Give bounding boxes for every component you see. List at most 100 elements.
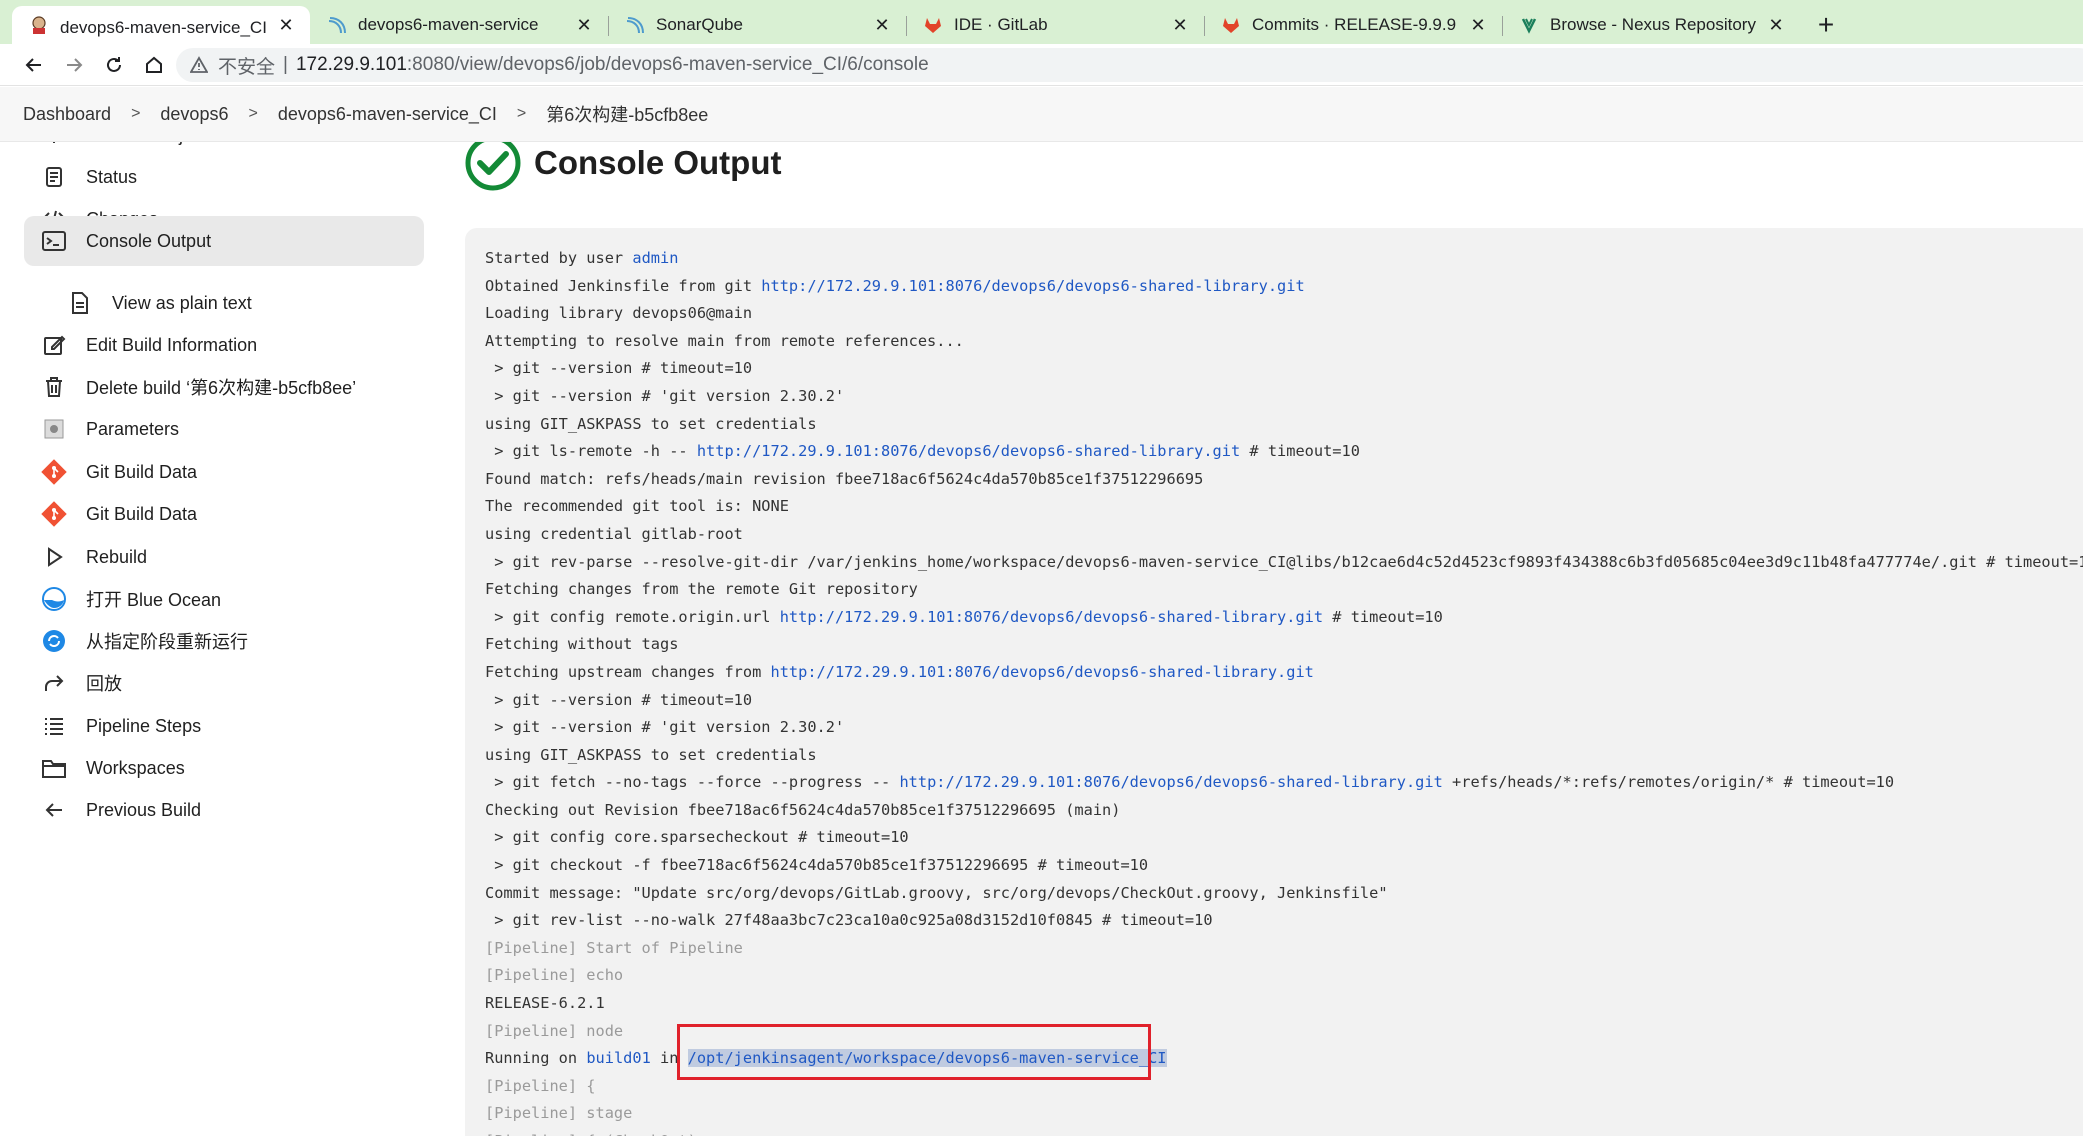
console-line: [Pipeline] echo: [485, 962, 2083, 990]
sidebar-item-label: Workspaces: [86, 757, 185, 778]
sidebar-item-console-output[interactable]: Console Output: [24, 216, 424, 266]
console-text: Fetching without tags: [485, 635, 679, 654]
close-icon[interactable]: ✕: [1170, 15, 1190, 35]
console-line: Obtained Jenkinsfile from git http://172…: [485, 273, 2083, 301]
arrow-left-icon: [25, 57, 41, 72]
tab-title: Browse - Nexus Repository Ma: [1550, 15, 1760, 34]
warning-icon: [190, 56, 208, 73]
document-icon: [40, 163, 68, 191]
blue-ocean-icon: [40, 585, 68, 613]
terminal-icon: [40, 227, 68, 255]
home-button[interactable]: [134, 47, 174, 83]
console-link[interactable]: http://172.29.9.101:8076/devops6/devops6…: [780, 608, 1323, 626]
console-line: Found match: refs/heads/main revision fb…: [485, 466, 2083, 494]
new-tab-button[interactable]: +: [1808, 6, 1844, 44]
breadcrumb: Dashboard > devops6 > devops6-maven-serv…: [0, 87, 2083, 142]
console-line: Started by user admin: [485, 245, 2083, 273]
console-text: > git --version # timeout=10: [485, 359, 753, 378]
console-line: Commit message: "Update src/org/devops/G…: [485, 880, 2083, 908]
console-text: [Pipeline] Start of Pipeline: [485, 938, 743, 957]
breadcrumb-separator: >: [516, 105, 527, 122]
git-icon: [40, 458, 68, 486]
console-link[interactable]: http://172.29.9.101:8076/devops6/devops6…: [771, 663, 1314, 681]
console-link[interactable]: admin: [632, 249, 678, 267]
browser-tab[interactable]: Commits · RELEASE-9.9.9 · dev ✕: [1204, 6, 1502, 44]
browser-tab[interactable]: SonarQube ✕: [608, 6, 906, 44]
sidebar-item-label: Previous Build: [86, 799, 202, 820]
console-text: Commit message: "Update src/org/devops/G…: [485, 883, 1388, 902]
console-text: > git --version # timeout=10: [485, 690, 753, 709]
browser-tab[interactable]: IDE · GitLab ✕: [906, 6, 1204, 44]
console-text: > git rev-parse --resolve-git-dir /var/j…: [485, 552, 2083, 571]
breadcrumb-folder[interactable]: devops6: [160, 104, 228, 125]
sidebar-item-label: View as plain text: [112, 292, 252, 313]
nexus-icon: [1518, 14, 1540, 36]
sidebar-item-previous-build[interactable]: Previous Build: [24, 785, 424, 835]
console-text: [Pipeline] node: [485, 1021, 624, 1040]
address-bar[interactable]: 不安全 | 172.29.9.101:8080/view/devops6/job…: [176, 48, 2083, 82]
back-button[interactable]: [14, 47, 54, 83]
sidebar: Back to ProjectStatusChangesConsole Outp…: [0, 142, 440, 1136]
console-line: > git --version # 'git version 2.30.2': [485, 714, 2083, 742]
console-line: Attempting to resolve main from remote r…: [485, 328, 2083, 356]
reload-icon: [107, 56, 121, 72]
console-line: > git --version # timeout=10: [485, 355, 2083, 383]
console-text: > git --version # 'git version 2.30.2': [485, 386, 845, 405]
reload-button[interactable]: [94, 47, 134, 83]
console-link[interactable]: http://172.29.9.101:8076/devops6/devops6…: [697, 442, 1240, 460]
close-icon[interactable]: ✕: [1766, 15, 1786, 35]
browser-tab[interactable]: Browse - Nexus Repository Ma ✕: [1502, 6, 1800, 44]
sidebar-item-label: Parameters: [86, 418, 180, 439]
sonarqube-icon: [326, 14, 348, 36]
console-text: > git config remote.origin.url: [485, 607, 780, 626]
breadcrumb-build[interactable]: 第6次构建-b5cfb8ee: [546, 101, 708, 127]
console-line: Fetching changes from the remote Git rep…: [485, 576, 2083, 604]
list-icon: [40, 712, 68, 740]
file-text-icon: [66, 289, 94, 317]
console-line: > git ls-remote -h -- http://172.29.9.10…: [485, 438, 2083, 466]
console-line: [Pipeline] stage: [485, 1100, 2083, 1128]
close-icon[interactable]: ✕: [1468, 15, 1488, 35]
tab-title: devops6-maven-service_CI 第6: [60, 17, 270, 37]
console-link[interactable]: http://172.29.9.101:8076/devops6/devops6…: [899, 773, 1442, 791]
page-header: Console Output: [464, 142, 781, 192]
sidebar-item-label: Pipeline Steps: [86, 715, 202, 736]
close-icon[interactable]: ✕: [276, 15, 296, 35]
close-icon[interactable]: ✕: [574, 15, 594, 35]
gitlab-icon: [1220, 14, 1242, 36]
sidebar-item-label: Status: [86, 166, 138, 187]
restart-stage-icon: [40, 627, 68, 655]
tab-title: devops6-maven-service: [358, 15, 539, 34]
console-link[interactable]: build01: [586, 1049, 650, 1067]
success-check-icon: [465, 142, 521, 191]
console-text: > git config core.sparsecheckout # timeo…: [485, 828, 909, 847]
console-text: [Pipeline] stage: [485, 1104, 633, 1123]
console-link[interactable]: /opt/jenkinsagent/workspace/devops6-mave…: [687, 1049, 1167, 1068]
tab-title: SonarQube: [656, 15, 743, 34]
console-text: # timeout=10: [1240, 442, 1360, 461]
console-line: RELEASE-6.2.1: [485, 990, 2083, 1018]
browser-tab[interactable]: devops6-maven-service ✕: [310, 6, 608, 44]
console-line: > git --version # timeout=10: [485, 687, 2083, 715]
browser-toolbar: 不安全 | 172.29.9.101:8080/view/devops6/job…: [0, 44, 2083, 86]
breadcrumb-job[interactable]: devops6-maven-service_CI: [278, 104, 497, 125]
console-link[interactable]: http://172.29.9.101:8076/devops6/devops6…: [761, 277, 1304, 295]
breadcrumb-separator: >: [248, 105, 258, 122]
replay-icon: [40, 669, 68, 697]
console-text: Running on: [485, 1049, 587, 1068]
sidebar-item-label: Rebuild: [86, 546, 148, 567]
console-text: The recommended git tool is: NONE: [485, 497, 789, 516]
breadcrumb-separator: >: [131, 105, 141, 122]
browser-tab[interactable]: devops6-maven-service_CI 第6 ✕: [12, 6, 310, 44]
console-line: Checking out Revision fbee718ac6f5624c4d…: [485, 797, 2083, 825]
console-line: > git config core.sparsecheckout # timeo…: [485, 824, 2083, 852]
close-icon[interactable]: ✕: [872, 15, 892, 35]
breadcrumb-dashboard[interactable]: Dashboard: [23, 104, 111, 125]
sonarqube-icon: [624, 14, 646, 36]
forward-button[interactable]: [54, 47, 94, 83]
home-icon: [146, 56, 162, 73]
console-line: > git rev-list --no-walk 27f48aa3bc7c23c…: [485, 907, 2083, 935]
console-text: in: [650, 1049, 688, 1068]
console-text: using GIT_ASKPASS to set credentials: [485, 745, 826, 764]
arrow-left-icon: [40, 796, 68, 824]
